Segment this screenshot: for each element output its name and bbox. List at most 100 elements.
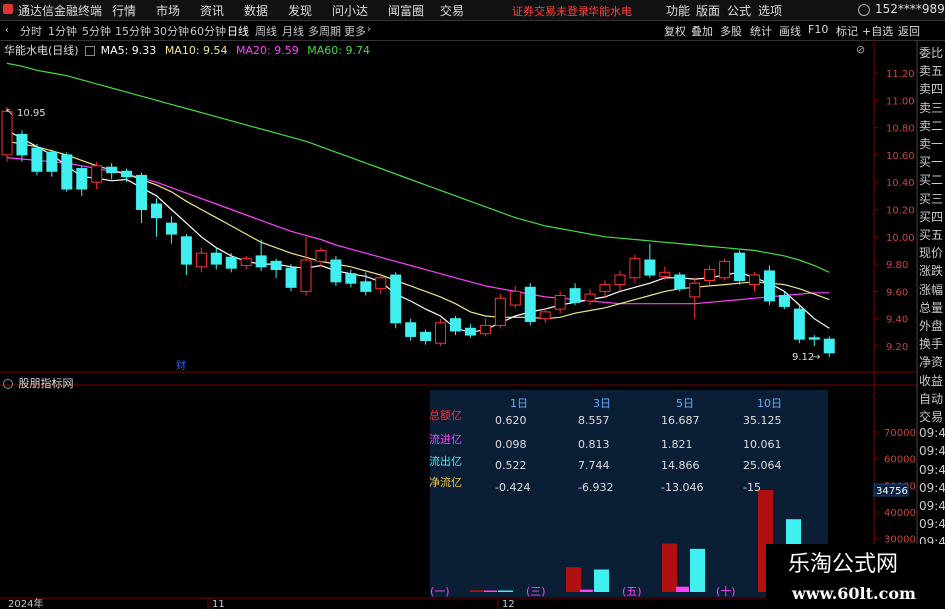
candle[interactable] (420, 331, 432, 342)
menu-item-options[interactable]: 选项 (758, 2, 782, 19)
candle[interactable] (569, 288, 581, 303)
menu-item-discover[interactable]: 发现 (288, 2, 312, 19)
sidebar-item[interactable]: 收益 (919, 372, 945, 390)
sidebar-item[interactable]: 09:42 (919, 481, 945, 499)
candle[interactable] (91, 165, 103, 183)
sidebar-item[interactable]: 买四 (919, 208, 945, 226)
sidebar-item[interactable]: 买二 (919, 171, 945, 189)
candle[interactable] (778, 294, 790, 307)
candle[interactable] (46, 151, 58, 172)
tab-daily[interactable]: 日线 (227, 23, 249, 39)
candle[interactable] (524, 286, 536, 322)
menu-item-news[interactable]: 资讯 (200, 2, 224, 19)
candle[interactable] (719, 260, 731, 279)
indicator-settings-icon[interactable] (85, 46, 96, 56)
financial-report-marker[interactable]: 财 (176, 359, 186, 372)
tab-5min[interactable]: 5分钟 (82, 23, 111, 39)
candle[interactable] (300, 259, 312, 292)
statistics-button[interactable]: 统计 (750, 23, 772, 39)
candle[interactable] (360, 281, 372, 292)
candle[interactable] (345, 273, 357, 284)
candle[interactable] (165, 222, 177, 235)
tab-weekly[interactable]: 周线 (255, 23, 277, 39)
candle[interactable] (704, 269, 716, 281)
candle[interactable] (749, 274, 760, 286)
sidebar-item[interactable]: 委比 (919, 44, 945, 62)
menu-item-data[interactable]: 数据 (244, 2, 268, 19)
adjust-rights-button[interactable]: 复权 (664, 23, 686, 39)
sidebar-item[interactable]: 09:42 (919, 463, 945, 481)
candle[interactable] (31, 147, 43, 172)
candle[interactable] (240, 258, 252, 266)
candle[interactable] (136, 174, 148, 210)
candle[interactable] (210, 252, 222, 265)
candle[interactable] (405, 322, 417, 337)
tab-1min[interactable]: 1分钟 (48, 23, 77, 39)
candle[interactable] (106, 166, 118, 174)
candlesticks[interactable] (1, 107, 835, 357)
user-avatar-icon[interactable] (858, 4, 870, 16)
tab-intraday[interactable]: 分时 (20, 23, 42, 39)
candle[interactable] (584, 293, 596, 302)
f10-button[interactable]: F10 (808, 23, 828, 36)
candle[interactable] (689, 282, 701, 298)
trade-login-warning[interactable]: 证券交易未登录 (512, 3, 589, 19)
candle[interactable] (614, 274, 626, 286)
chart-area[interactable]: 11.20 11.00 10.80 10.60 10.40 10.20 10.00 9.80 9… (0, 40, 945, 609)
sidebar-item[interactable]: 卖五 (919, 62, 945, 80)
multi-stock-button[interactable]: 多股 (720, 23, 742, 39)
candle[interactable] (375, 277, 387, 290)
overlay-button[interactable]: 叠加 (691, 23, 713, 39)
candle[interactable] (659, 271, 671, 277)
zoom-icon[interactable]: ⊘ (856, 43, 865, 56)
candle[interactable] (554, 294, 566, 310)
sidebar-item[interactable]: 换手 (919, 335, 945, 353)
candle[interactable] (270, 260, 282, 271)
menu-item-market[interactable]: 市场 (156, 2, 180, 19)
mark-button[interactable]: 标记 (836, 23, 858, 39)
menu-item-layout[interactable]: 版面 (696, 2, 720, 19)
candle[interactable] (255, 255, 267, 268)
menu-item-assistant[interactable]: 问小达 (332, 2, 368, 19)
candle[interactable] (494, 297, 506, 327)
sidebar-item[interactable]: 现价 (919, 244, 945, 262)
candle[interactable] (793, 308, 805, 340)
candle[interactable] (464, 327, 476, 336)
candle[interactable] (16, 133, 28, 156)
sidebar-item[interactable]: 卖四 (919, 80, 945, 98)
menu-item-community[interactable]: 闻富圈 (388, 2, 424, 19)
candle[interactable] (823, 338, 835, 354)
sidebar-item[interactable]: 卖一 (919, 135, 945, 153)
sidebar-item[interactable]: 自动 (919, 390, 945, 408)
candle[interactable] (450, 318, 461, 332)
candle[interactable] (629, 258, 641, 279)
candle[interactable] (674, 274, 686, 290)
sidebar-item[interactable]: 买一 (919, 153, 945, 171)
candle[interactable] (390, 274, 402, 324)
sidebar-item[interactable]: 买三 (919, 190, 945, 208)
candle[interactable] (435, 322, 447, 344)
tab-15min[interactable]: 15分钟 (115, 23, 151, 39)
menu-item-quotes[interactable]: 行情 (112, 2, 136, 19)
tab-monthly[interactable]: 月线 (282, 23, 304, 39)
candle[interactable] (195, 252, 207, 268)
candle[interactable] (734, 252, 746, 281)
menu-item-functions[interactable]: 功能 (666, 2, 690, 19)
sidebar-item[interactable]: 卖三 (919, 99, 945, 117)
candle[interactable] (285, 267, 297, 288)
sidebar-item[interactable]: 涨跌 (919, 262, 945, 280)
draw-line-button[interactable]: 画线 (779, 23, 801, 39)
candle[interactable] (479, 325, 491, 335)
tab-more[interactable]: 更多 (344, 23, 366, 39)
candle[interactable] (76, 168, 88, 190)
candle[interactable] (808, 337, 820, 340)
more-chevron-icon[interactable]: › (367, 24, 371, 35)
candle[interactable] (151, 203, 162, 219)
candle[interactable] (61, 154, 73, 190)
candle[interactable] (599, 284, 611, 292)
sidebar-item[interactable]: 卖二 (919, 117, 945, 135)
sidebar-item[interactable]: 09:42 (919, 444, 945, 462)
candle[interactable] (315, 249, 327, 262)
sidebar-item[interactable]: 09:43 (919, 517, 945, 535)
candle[interactable] (225, 256, 237, 269)
